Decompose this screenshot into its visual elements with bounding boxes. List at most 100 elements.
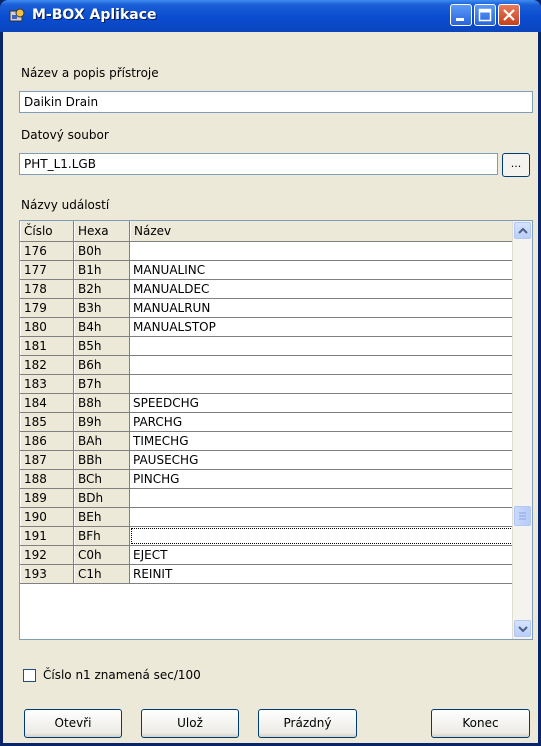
cell-nazev[interactable]: MANUALSTOP <box>130 318 514 336</box>
cell-cislo: 188 <box>20 470 74 488</box>
cell-nazev[interactable]: REINIT <box>130 565 514 583</box>
empty-button[interactable]: Prázdný <box>258 709 357 738</box>
table-row[interactable]: 191 BFh <box>20 527 514 546</box>
cell-cislo: 181 <box>20 337 74 355</box>
datafile-input[interactable] <box>19 153 498 175</box>
seconds-checkbox[interactable] <box>23 669 36 682</box>
cell-nazev[interactable] <box>130 508 514 526</box>
cell-hexa: B1h <box>74 261 130 279</box>
column-header-cislo[interactable]: Číslo <box>20 221 74 241</box>
cell-nazev[interactable]: MANUALRUN <box>130 299 514 317</box>
cell-nazev[interactable]: MANUALDEC <box>130 280 514 298</box>
table-row[interactable]: 183 B7h <box>20 375 514 394</box>
cell-cislo: 185 <box>20 413 74 431</box>
cell-cislo: 186 <box>20 432 74 450</box>
save-button[interactable]: Ulož <box>141 709 239 738</box>
cell-hexa: BBh <box>74 451 130 469</box>
cell-nazev[interactable] <box>130 527 514 545</box>
cell-hexa: BDh <box>74 489 130 507</box>
table-row[interactable]: 186 BAh TIMECHG <box>20 432 514 451</box>
title-bar[interactable]: M-BOX Aplikace <box>0 0 541 32</box>
cell-cislo: 184 <box>20 394 74 412</box>
scroll-thumb[interactable] <box>514 506 531 526</box>
minimize-button[interactable] <box>450 4 472 26</box>
table-row[interactable]: 177 B1h MANUALINC <box>20 261 514 280</box>
cell-cislo: 183 <box>20 375 74 393</box>
table-row[interactable]: 187 BBh PAUSECHG <box>20 451 514 470</box>
cell-nazev[interactable]: PAUSECHG <box>130 451 514 469</box>
cell-hexa: B3h <box>74 299 130 317</box>
cell-nazev[interactable]: MANUALINC <box>130 261 514 279</box>
events-label: Názvy událostí <box>21 198 110 212</box>
vertical-scrollbar[interactable] <box>512 221 532 639</box>
cell-cislo: 187 <box>20 451 74 469</box>
cell-nazev[interactable] <box>130 489 514 507</box>
cell-cislo: 178 <box>20 280 74 298</box>
table-row[interactable]: 181 B5h <box>20 337 514 356</box>
app-icon <box>9 8 25 22</box>
cell-hexa: C0h <box>74 546 130 564</box>
minimize-icon <box>456 18 464 21</box>
browse-button[interactable]: ... <box>502 153 530 177</box>
table-row[interactable]: 188 BCh PINCHG <box>20 470 514 489</box>
column-header-hexa[interactable]: Hexa <box>74 221 130 241</box>
datafile-label: Datový soubor <box>21 128 109 142</box>
table-row[interactable]: 185 B9h PARCHG <box>20 413 514 432</box>
table-row[interactable]: 190 BEh <box>20 508 514 527</box>
cell-cislo: 190 <box>20 508 74 526</box>
open-button[interactable]: Otevři <box>24 709 122 738</box>
table-row[interactable]: 193 C1h REINIT <box>20 565 514 584</box>
cell-hexa: B8h <box>74 394 130 412</box>
column-header-nazev[interactable]: Název <box>130 221 514 241</box>
cell-cislo: 191 <box>20 527 74 545</box>
device-name-input[interactable] <box>19 91 533 113</box>
cell-nazev[interactable]: EJECT <box>130 546 514 564</box>
cell-cislo: 192 <box>20 546 74 564</box>
cell-cislo: 179 <box>20 299 74 317</box>
table-row[interactable]: 180 B4h MANUALSTOP <box>20 318 514 337</box>
maximize-icon <box>478 8 492 22</box>
cell-nazev[interactable]: TIMECHG <box>130 432 514 450</box>
cell-cislo: 189 <box>20 489 74 507</box>
grid-header: Číslo Hexa Název <box>20 221 514 242</box>
chevron-up-icon <box>518 227 528 234</box>
table-row[interactable]: 184 B8h SPEEDCHG <box>20 394 514 413</box>
table-row[interactable]: 179 B3h MANUALRUN <box>20 299 514 318</box>
app-window: M-BOX Aplikace Název a popis přístroje D… <box>0 0 541 746</box>
cell-nazev[interactable] <box>130 337 514 355</box>
seconds-checkbox-label: Číslo n1 znamená sec/100 <box>43 668 201 682</box>
cell-nazev[interactable] <box>130 356 514 374</box>
device-label: Název a popis přístroje <box>21 66 159 80</box>
cell-nazev[interactable]: PARCHG <box>130 413 514 431</box>
cell-hexa: BAh <box>74 432 130 450</box>
table-row[interactable]: 178 B2h MANUALDEC <box>20 280 514 299</box>
cell-nazev[interactable] <box>130 375 514 393</box>
scroll-up-button[interactable] <box>514 222 531 239</box>
cell-nazev[interactable]: SPEEDCHG <box>130 394 514 412</box>
table-row[interactable]: 189 BDh <box>20 489 514 508</box>
close-icon <box>503 9 515 21</box>
table-row[interactable]: 182 B6h <box>20 356 514 375</box>
cell-cislo: 176 <box>20 242 74 260</box>
end-button[interactable]: Konec <box>431 709 530 738</box>
cell-cislo: 177 <box>20 261 74 279</box>
chevron-down-icon <box>518 626 528 633</box>
maximize-button[interactable] <box>474 4 496 26</box>
table-row[interactable]: 192 C0h EJECT <box>20 546 514 565</box>
close-button[interactable] <box>498 4 520 26</box>
cell-cislo: 180 <box>20 318 74 336</box>
cell-hexa: BFh <box>74 527 130 545</box>
cell-nazev[interactable]: PINCHG <box>130 470 514 488</box>
cell-hexa: B4h <box>74 318 130 336</box>
window-title: M-BOX Aplikace <box>32 7 157 23</box>
table-row[interactable]: 176 B0h <box>20 242 514 261</box>
cell-cislo: 182 <box>20 356 74 374</box>
cell-hexa: BCh <box>74 470 130 488</box>
cell-cislo: 193 <box>20 565 74 583</box>
scroll-down-button[interactable] <box>514 620 531 637</box>
grip-icon <box>519 512 526 520</box>
cell-nazev[interactable] <box>130 242 514 260</box>
cell-hexa: B0h <box>74 242 130 260</box>
cell-hexa: B6h <box>74 356 130 374</box>
events-grid[interactable]: Číslo Hexa Název 176 B0h 177 B1h MANUALINC 17… <box>19 220 533 640</box>
